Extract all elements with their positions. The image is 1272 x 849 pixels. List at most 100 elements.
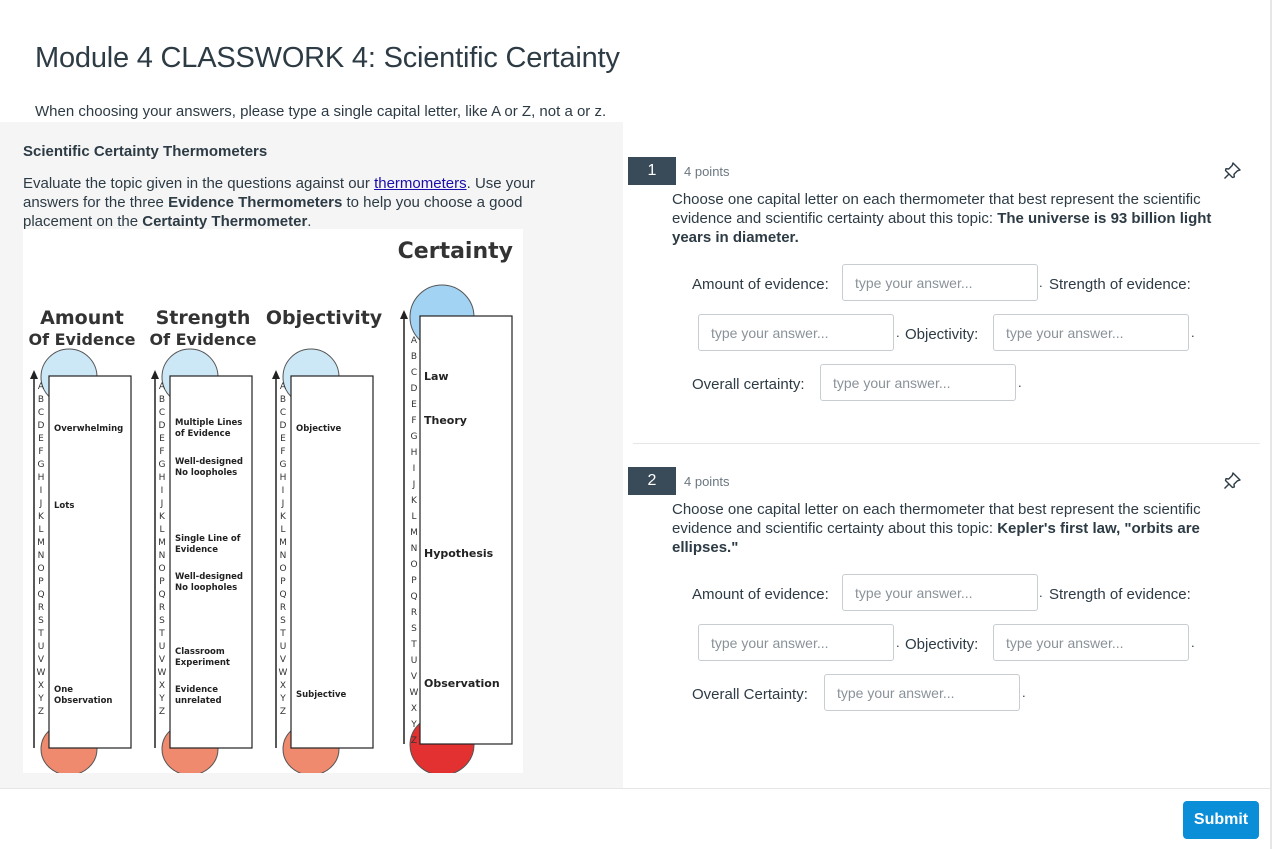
- overall-certainty-input[interactable]: [820, 364, 1016, 401]
- strength-of-evidence-input[interactable]: [698, 314, 894, 351]
- question-divider: [633, 443, 1260, 444]
- objectivity-letter-K: K: [280, 512, 287, 522]
- amount-letter-U: U: [38, 642, 45, 652]
- certainty-letter-X: X: [411, 704, 417, 714]
- amount-letter-O: O: [37, 564, 44, 574]
- strength-letter-D: D: [159, 421, 166, 431]
- thermometers-link[interactable]: thermometers: [374, 175, 467, 192]
- label-objectivity: Objectivity:: [905, 326, 979, 343]
- strength-label-10: Evidence: [175, 685, 218, 695]
- amount-of-evidence-input[interactable]: [842, 264, 1038, 301]
- objectivity-letter-R: R: [280, 603, 286, 613]
- strength-letter-X: X: [159, 681, 165, 691]
- objectivity-label-subjective: Subjective: [296, 690, 346, 700]
- objectivity-letter-I: I: [282, 486, 285, 496]
- pin-icon[interactable]: [1222, 471, 1242, 491]
- objectivity-letter-J: J: [281, 499, 285, 509]
- amount-letter-Z: Z: [38, 707, 44, 717]
- certainty-letter-G: G: [411, 432, 418, 442]
- amount-thermometer-arrow-head: [30, 370, 38, 379]
- certainty-letter-P: P: [411, 576, 417, 586]
- certainty-letter-F: F: [411, 416, 416, 426]
- question-number: 1: [628, 157, 676, 185]
- objectivity-letter-U: U: [280, 642, 287, 652]
- certainty-letter-S: S: [411, 624, 417, 634]
- amount-letter-C: C: [38, 408, 44, 418]
- certainty-letter-O: O: [410, 560, 417, 570]
- objectivity-letter-Z: Z: [280, 707, 286, 717]
- thermometers-diagram: Certainty Amount Of Evidence Strength Of…: [28, 239, 513, 776]
- amount-letter-J: J: [39, 499, 43, 509]
- amount-letter-E: E: [38, 434, 44, 444]
- objectivity-input[interactable]: [993, 624, 1189, 661]
- amount-letter-N: N: [38, 551, 45, 561]
- objectivity-letter-W: W: [279, 668, 288, 678]
- label-overall-certainty: Overall certainty:: [692, 376, 805, 393]
- certainty-label-theory: Theory: [424, 414, 467, 427]
- strength-letter-C: C: [159, 408, 165, 418]
- amount-letter-V: V: [38, 655, 45, 665]
- objectivity-letter-F: F: [280, 447, 285, 457]
- certainty-letter-M: M: [410, 528, 418, 538]
- strength-label-9: Experiment: [175, 658, 230, 668]
- certainty-letter-J: J: [412, 480, 416, 490]
- certainty-thermometer-arrow-head: [400, 310, 408, 319]
- amount-letter-F: F: [38, 447, 43, 457]
- objectivity-letter-L: L: [280, 525, 285, 535]
- overall-certainty-input[interactable]: [824, 674, 1020, 711]
- strength-of-evidence-input[interactable]: [698, 624, 894, 661]
- pin-icon[interactable]: [1222, 161, 1242, 181]
- objectivity-input[interactable]: [993, 314, 1189, 351]
- strength-label-3: No loopholes: [175, 468, 237, 478]
- objectivity-heading: Objectivity: [266, 307, 383, 329]
- stimulus-panel: Scientific Certainty Thermometers Evalua…: [0, 122, 623, 789]
- strength-letter-G: G: [159, 460, 166, 470]
- strength-letter-T: T: [158, 629, 165, 639]
- amount-letter-A: A: [38, 382, 45, 392]
- strength-label-2: Well-designed: [175, 457, 243, 467]
- strength-letter-A: A: [159, 382, 166, 392]
- amount-of-evidence-input[interactable]: [842, 574, 1038, 611]
- strength-letter-S: S: [159, 616, 165, 626]
- amount-letter-K: K: [38, 512, 45, 522]
- strength-letter-Y: Y: [158, 694, 165, 704]
- certainty-letter-E: E: [411, 400, 417, 410]
- page-instructions: When choosing your answers, please type …: [35, 103, 607, 120]
- objectivity-letter-D: D: [280, 421, 287, 431]
- amount-letter-Y: Y: [37, 694, 44, 704]
- amount-letter-W: W: [37, 668, 46, 678]
- strength-label-1: of Evidence: [175, 429, 231, 439]
- stimulus-title: Scientific Certainty Thermometers: [23, 143, 268, 160]
- amount-label-one: One: [54, 685, 73, 695]
- objectivity-letter-N: N: [280, 551, 287, 561]
- strength-letter-U: U: [159, 642, 166, 652]
- amount-letter-I: I: [40, 486, 43, 496]
- strength-label-5: Evidence: [175, 545, 218, 555]
- objectivity-letter-P: P: [280, 577, 286, 587]
- amount-letter-T: T: [37, 629, 44, 639]
- certainty-label-observation: Observation: [424, 677, 500, 690]
- strength-label-7: No loopholes: [175, 583, 237, 593]
- label-amount-of-evidence: Amount of evidence:: [692, 276, 829, 293]
- amount-letter-S: S: [38, 616, 44, 626]
- strength-letter-O: O: [158, 564, 165, 574]
- strength-letter-L: L: [159, 525, 164, 535]
- certainty-letter-K: K: [411, 496, 418, 506]
- objectivity-letter-V: V: [280, 655, 287, 665]
- question-points: 4 points: [684, 474, 730, 489]
- amount-letter-B: B: [38, 395, 44, 405]
- certainty-letter-U: U: [411, 656, 418, 666]
- certainty-letter-B: B: [411, 352, 417, 362]
- certainty-letter-H: H: [411, 448, 418, 458]
- strength-label-4: Single Line of: [175, 534, 241, 544]
- strength-letter-K: K: [159, 512, 166, 522]
- objectivity-letter-G: G: [280, 460, 287, 470]
- amount-label-lots: Lots: [54, 501, 74, 511]
- strength-letter-M: M: [158, 538, 166, 548]
- certainty-letter-Y: Y: [410, 720, 417, 730]
- certainty-letter-N: N: [411, 544, 418, 554]
- label-strength-of-evidence: Strength of evidence:: [1049, 276, 1191, 293]
- stimulus-body: Evaluate the topic given in the question…: [23, 175, 535, 230]
- strength-letter-N: N: [159, 551, 166, 561]
- submit-button[interactable]: Submit: [1183, 801, 1259, 839]
